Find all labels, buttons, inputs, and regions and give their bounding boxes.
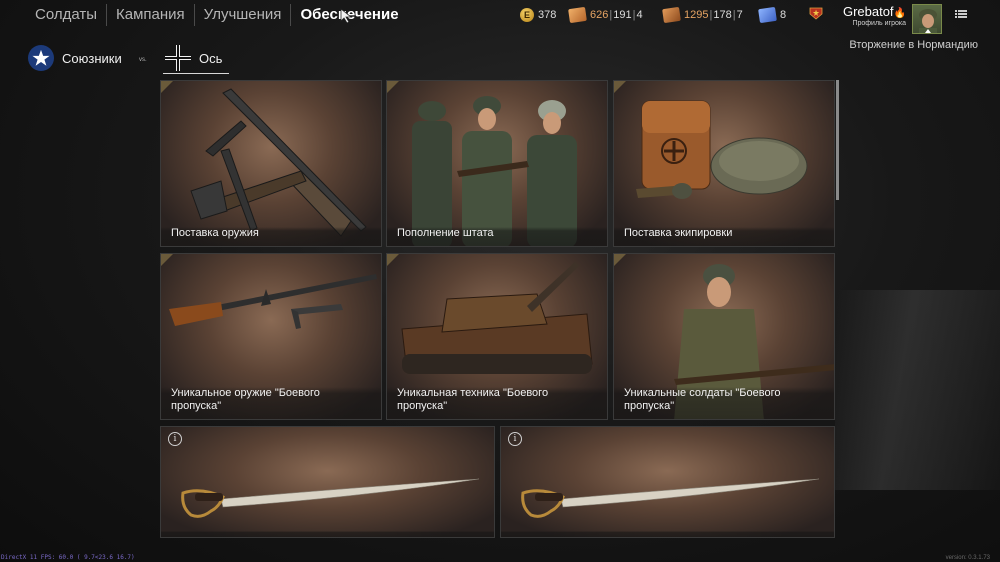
orange-tickets-b: 191 xyxy=(613,9,632,21)
soldiers-image xyxy=(412,96,577,246)
gold-value: 378 xyxy=(538,9,557,21)
card-bp-weapon[interactable]: Уникальное оружие "Боевого пропуска" xyxy=(160,253,382,420)
nav-item-soldiers[interactable]: Солдаты xyxy=(26,4,106,26)
card-bp-vehicle[interactable]: Уникальная техника "Боевого пропуска" xyxy=(386,253,608,420)
card-sabre-2[interactable]: i xyxy=(500,426,835,538)
campaign-title[interactable]: Вторжение в Нормандию xyxy=(820,39,978,51)
menu-icon[interactable] xyxy=(955,8,967,20)
rank-emblem-icon xyxy=(809,7,823,20)
card-equipment-supply[interactable]: Поставка экипировки xyxy=(613,80,835,247)
blue-ticket-icon xyxy=(758,6,777,24)
player-profile-label: Профиль игрока xyxy=(852,20,906,27)
orange-tickets-c: 4 xyxy=(636,9,643,21)
rarity-corner-icon xyxy=(387,81,399,93)
nav-item-campaign[interactable]: Кампания xyxy=(106,4,194,26)
orange-tickets-a: 626 xyxy=(590,9,609,21)
flame-icon: 🔥 xyxy=(893,8,906,19)
brown-tickets-a: 1295 xyxy=(684,9,709,21)
rarity-corner-icon xyxy=(161,254,173,266)
axis-cross-icon xyxy=(165,45,191,71)
rarity-corner-icon xyxy=(614,254,626,266)
player-avatar[interactable] xyxy=(912,4,942,34)
brown-tickets-c: 7 xyxy=(736,9,743,21)
axis-label: Ось xyxy=(199,50,223,66)
sabre-image xyxy=(521,478,820,518)
scrollbar[interactable] xyxy=(836,80,839,200)
card-caption xyxy=(161,531,494,537)
brown-tickets-counter[interactable]: 1295 | 178 | 7 xyxy=(662,4,743,26)
fps-counter: DirectX 11 FPS: 60.0 ( 9.7<23.6 16.7) xyxy=(1,554,135,561)
card-caption: Пополнение штата xyxy=(387,227,607,246)
card-caption: Уникальная техника "Боевого пропуска" xyxy=(387,387,607,419)
card-caption: Поставка экипировки xyxy=(614,227,834,246)
rarity-corner-icon xyxy=(161,81,173,93)
vs-label: vs. xyxy=(139,57,147,63)
tab-axis[interactable]: Ось xyxy=(165,42,222,74)
player-name: Grebatof🔥 xyxy=(842,4,906,19)
version-label: version: 0.3.1.73 xyxy=(945,555,990,561)
card-caption xyxy=(501,531,834,537)
tab-allies[interactable]: Союзники xyxy=(28,42,122,74)
nav-item-upgrades[interactable]: Улучшения xyxy=(193,4,291,26)
player-profile[interactable]: Grebatof🔥 Профиль игрока xyxy=(832,4,906,27)
gold-counter[interactable]: E 378 xyxy=(520,4,556,26)
card-staff-replenish[interactable]: Пополнение штата xyxy=(386,80,608,247)
rarity-corner-icon xyxy=(614,81,626,93)
background-decoration xyxy=(835,290,1000,490)
active-tab-underline xyxy=(163,73,229,74)
card-caption: Уникальные солдаты "Боевого пропуска" xyxy=(614,387,834,419)
sabre-image xyxy=(181,478,480,518)
card-sabre-1[interactable]: i xyxy=(160,426,495,538)
allies-star-icon xyxy=(28,45,54,71)
brown-tickets-b: 178 xyxy=(713,9,732,21)
orange-tickets-counter[interactable]: 626 | 191 | 4 xyxy=(568,4,643,26)
card-caption: Уникальное оружие "Боевого пропуска" xyxy=(161,387,381,419)
rarity-corner-icon xyxy=(387,254,399,266)
mouse-cursor-icon xyxy=(340,8,353,24)
info-icon[interactable]: i xyxy=(168,432,182,446)
gold-coin-icon: E xyxy=(520,8,534,22)
soldier-portrait-icon xyxy=(919,9,937,33)
equipment-image xyxy=(636,100,808,199)
info-icon[interactable]: i xyxy=(508,432,522,446)
brown-ticket-icon xyxy=(662,6,681,24)
top-bar: Солдаты Кампания Улучшения Обеспечение E… xyxy=(0,0,1000,34)
blue-tickets-value: 8 xyxy=(780,9,787,21)
orange-ticket-icon xyxy=(568,6,587,24)
card-weapon-supply[interactable]: Поставка оружия xyxy=(160,80,382,247)
card-bp-soldiers[interactable]: Уникальные солдаты "Боевого пропуска" xyxy=(613,253,835,420)
allies-label: Союзники xyxy=(62,50,122,66)
card-caption: Поставка оружия xyxy=(161,227,381,246)
weapons-image xyxy=(190,88,367,237)
blue-tickets-counter[interactable]: 8 xyxy=(758,4,787,26)
